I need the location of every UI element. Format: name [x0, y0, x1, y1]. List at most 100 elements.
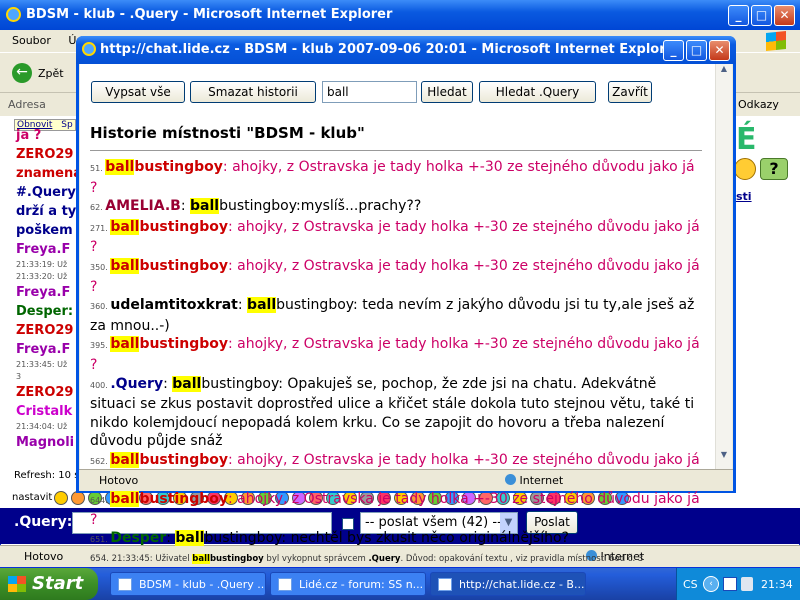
highlight-match: ball — [105, 159, 135, 175]
taskbar-item-history[interactable]: http://chat.lide.cz - B... — [430, 572, 586, 596]
tray-arrow-icon[interactable]: ‹ — [703, 576, 719, 592]
popup-zone-label: Internet — [519, 474, 564, 487]
right-link[interactable]: sti — [736, 190, 752, 203]
chat-line: Desper: — [16, 304, 74, 319]
chat-line: #.Query — [16, 185, 76, 200]
search-button[interactable]: Hledat — [421, 81, 473, 103]
chat-line: 21:33:20: Už — [16, 272, 68, 281]
popup-minimize-button[interactable]: _ — [663, 40, 684, 61]
highlight-match: ball — [247, 297, 277, 314]
kick-notice-admin: .Query — [368, 553, 401, 564]
history-entry: 651. Desper: ballbustingboy: nechtěl bys… — [90, 530, 569, 547]
highlight-match: ball — [110, 218, 140, 235]
entry-nick[interactable]: .Query — [110, 376, 163, 392]
emoticon-button[interactable] — [734, 158, 756, 180]
chat-line: ja ? — [16, 128, 42, 143]
scroll-down-arrow-icon[interactable]: ▼ — [716, 450, 732, 466]
windows-logo-icon — [766, 30, 786, 52]
brand-logo: É — [736, 122, 757, 157]
popup-globe-icon — [505, 474, 516, 485]
taskbar-ie-icon-3 — [438, 578, 452, 591]
minimize-button[interactable]: _ — [728, 5, 749, 26]
popup-scrollbar[interactable]: ▲ ▼ — [715, 64, 732, 469]
kick-notice: 654. 21:33:45: Uživatel ballbustingboy b… — [90, 550, 700, 569]
entry-nick[interactable]: bustingboy — [139, 336, 228, 352]
chat-line: 3 — [16, 372, 22, 381]
entry-nick[interactable]: udelamtitoxkrat — [110, 297, 238, 313]
network-icon[interactable] — [723, 577, 737, 591]
chat-line: Cristalk — [16, 404, 73, 419]
back-arrow-icon: ← — [12, 63, 32, 83]
chat-line: poškem — [16, 223, 73, 238]
show-all-button[interactable]: Vypsat vše — [91, 81, 185, 103]
chat-line: 21:34:04: Už — [16, 422, 68, 431]
help-icon[interactable]: ? — [760, 158, 788, 180]
language-indicator[interactable]: CS — [683, 578, 698, 591]
kick-notice-hl: ball — [192, 553, 210, 564]
entry-text: bustingboy: nechtěl bys zkusit něco orig… — [204, 530, 569, 547]
chat-line: 21:33:45: Už — [16, 360, 68, 369]
kick-notice-prefix: 654. 21:33:45: Uživatel — [90, 553, 193, 564]
chat-line: Freya.F — [16, 242, 71, 257]
chat-line: 21:33:19: Už — [16, 260, 68, 269]
volume-icon[interactable] — [741, 577, 753, 591]
history-entry: 644. ballbustingboy: ahojky, z Ostravska… — [90, 490, 700, 529]
entry-number: 62. — [90, 203, 106, 213]
taskbar-item-label: Lidé.cz - forum: SS n... — [299, 578, 424, 591]
history-entry: 62. AMELIA.B: ballbustingboy:myslíš...pr… — [90, 198, 422, 215]
highlight-match: ball — [172, 375, 202, 392]
start-button[interactable]: Start — [0, 568, 98, 600]
entry-nick[interactable]: bustingboy — [139, 491, 228, 507]
highlight-match: ball — [110, 451, 140, 468]
entry-number: 562. — [90, 456, 111, 466]
highlight-match: ball — [110, 336, 140, 353]
chat-line: Magnoli — [16, 435, 75, 450]
history-entry: 395. ballbustingboy: ahojky, z Ostravska… — [90, 335, 700, 374]
maximize-button[interactable]: □ — [751, 5, 772, 26]
entry-number: 651. — [90, 535, 111, 545]
entry-nick[interactable]: bustingboy — [139, 452, 228, 468]
emoticon-icon[interactable] — [71, 491, 85, 505]
emoticon-icon[interactable] — [54, 491, 68, 505]
close-button[interactable]: ✕ — [774, 5, 795, 26]
message-nick-label: .Query: — [14, 514, 73, 530]
taskbar-ie-icon-2 — [278, 578, 292, 591]
clock: 21:34 — [761, 578, 793, 591]
clear-history-button[interactable]: Smazat historii — [190, 81, 316, 103]
chat-line: ZERO29 — [16, 323, 74, 338]
history-entry: 360. udelamtitoxkrat: ballbustingboy: te… — [90, 297, 695, 334]
entry-nick[interactable]: bustingboy — [134, 159, 223, 175]
chat-message-list: ja ? ZERO29 znamena #.Query drží a ty poškem F… — [0, 126, 80, 452]
popup-title: http://chat.lide.cz - BDSM - klub 2007-0… — [76, 36, 736, 64]
links-label[interactable]: Odkazy — [738, 98, 779, 111]
windows-flag-icon — [8, 576, 26, 592]
scroll-up-arrow-icon[interactable]: ▲ — [716, 64, 732, 80]
entry-nick[interactable]: bustingboy — [139, 258, 228, 274]
popup-maximize-button[interactable]: □ — [686, 40, 707, 61]
status-text: Hotovo — [24, 550, 64, 563]
search-input[interactable]: ball — [322, 81, 417, 103]
kick-notice-middle: byl vykopnut správcem — [263, 553, 369, 564]
popup-status-text: Hotovo — [99, 474, 139, 487]
back-button[interactable]: ← Zpět — [12, 63, 72, 85]
history-entry: 51. ballbustingboy: ahojky, z Ostravska … — [90, 158, 700, 197]
entry-nick[interactable]: Desper — [110, 530, 166, 546]
history-entry: 350. ballbustingboy: ahojky, z Ostravska… — [90, 257, 700, 296]
system-tray: CS ‹ 21:34 — [676, 568, 800, 600]
search-query-button[interactable]: Hledat .Query — [479, 81, 596, 103]
popup-close-button[interactable]: ✕ — [709, 40, 730, 61]
entry-nick[interactable]: bustingboy — [139, 219, 228, 235]
start-label: Start — [32, 573, 84, 594]
kick-notice-suffix: . Důvod: opakování textu , viz pravidla … — [400, 553, 644, 564]
taskbar-item-forum[interactable]: Lidé.cz - forum: SS n... — [270, 572, 426, 596]
taskbar-item-chat[interactable]: BDSM - klub - .Query ... — [110, 572, 266, 596]
set-label[interactable]: nastavit — [12, 492, 52, 503]
chat-line: ZERO29 — [16, 385, 74, 400]
entry-number: 644. — [90, 496, 111, 506]
close-history-button[interactable]: Zavřít — [608, 81, 652, 103]
entry-nick[interactable]: AMELIA.B — [105, 198, 181, 214]
background-window-title: BDSM - klub - .Query - Microsoft Interne… — [0, 0, 800, 30]
menu-file[interactable]: Soubor — [12, 34, 51, 47]
highlight-match: ball — [175, 530, 205, 547]
chat-line: Freya.F — [16, 342, 71, 357]
